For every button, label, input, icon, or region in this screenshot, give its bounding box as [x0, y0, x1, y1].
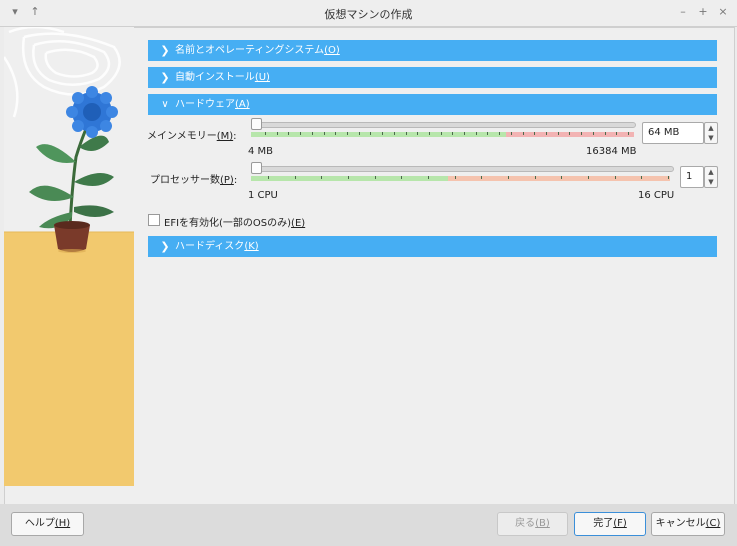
back-button[interactable]: 戻る(B)	[497, 512, 568, 536]
stepper-down-icon[interactable]: ▼	[705, 134, 717, 142]
slider-tick	[628, 132, 629, 135]
slider-tick	[294, 176, 296, 179]
chevron-right-icon: ❯	[160, 71, 170, 84]
slider-tick	[557, 132, 559, 135]
slider-tick	[508, 176, 509, 179]
memory-label: メインメモリー(M):	[147, 131, 237, 142]
slider-tick	[522, 132, 524, 135]
slider-tick	[641, 176, 643, 179]
cancel-button[interactable]: キャンセル(C)	[651, 512, 725, 536]
button-bar: ヘルプ(H) 戻る(B) 完了(F) キャンセル(C)	[0, 504, 737, 546]
slider-tick	[440, 132, 442, 135]
slider-tick	[534, 176, 536, 179]
minimize-icon[interactable]: –	[676, 5, 690, 19]
processor-value: 1	[686, 171, 693, 182]
slider-tick	[616, 132, 618, 135]
memory-min-label: 4 MB	[248, 146, 274, 157]
memory-spinbox[interactable]: 64 MB	[642, 122, 704, 144]
chevron-right-icon: ❯	[160, 240, 170, 253]
chevron-right-icon: ❯	[160, 44, 170, 57]
help-button[interactable]: ヘルプ(H)	[11, 512, 84, 536]
slider-tick	[323, 132, 325, 135]
processor-spinbox[interactable]: 1	[680, 166, 704, 188]
section-label: 名前とオペレーティングシステム	[175, 45, 325, 56]
slider-tick	[475, 132, 477, 135]
slider-tick	[265, 132, 266, 135]
slider-tick	[393, 132, 395, 135]
maximize-icon[interactable]: +	[696, 5, 710, 19]
stepper-down-icon[interactable]: ▼	[705, 178, 717, 186]
section-label: 自動インストール	[175, 72, 255, 83]
slider-tick	[668, 176, 669, 179]
section-unattended-install[interactable]: ❯ 自動インストール(U)	[148, 67, 717, 88]
section-label: ハードディスク	[175, 241, 245, 252]
chevron-down-icon: ∨	[161, 99, 169, 110]
slider-tick	[452, 132, 454, 135]
processor-max-label: 16 CPU	[638, 190, 675, 201]
slider-tick	[346, 132, 348, 135]
memory-stepper[interactable]: ▲ ▼	[704, 122, 718, 144]
stepper-up-icon[interactable]: ▲	[705, 124, 717, 132]
wizard-illustration	[4, 27, 134, 486]
section-hardware[interactable]: ∨ ハードウェア(A)	[148, 94, 717, 115]
processor-slider-track[interactable]	[251, 166, 674, 172]
slider-tick	[581, 132, 583, 135]
processor-slider-handle[interactable]	[251, 162, 262, 174]
window-title: 仮想マシンの作成	[324, 8, 413, 21]
finish-button[interactable]: 完了(F)	[574, 512, 646, 536]
section-mnemonic: (A)	[235, 99, 250, 110]
slider-tick	[561, 176, 563, 179]
processor-min-label: 1 CPU	[248, 190, 278, 201]
slider-tick	[348, 176, 349, 179]
slider-tick	[417, 132, 419, 135]
memory-max-label: 16384 MB	[586, 146, 637, 157]
slider-tick	[321, 176, 323, 179]
slider-tick	[454, 176, 456, 179]
memory-value: 64 MB	[648, 127, 680, 138]
slider-tick	[546, 132, 548, 135]
section-mnemonic: (O)	[324, 45, 340, 56]
section-mnemonic: (U)	[254, 72, 270, 83]
slider-tick	[592, 132, 594, 135]
slider-tick	[604, 132, 606, 135]
section-mnemonic: (K)	[244, 241, 259, 252]
slider-tick	[374, 176, 376, 179]
slider-tick	[499, 132, 501, 135]
slider-tick	[487, 132, 489, 135]
slider-tick	[614, 176, 616, 179]
slider-tick	[510, 132, 512, 135]
memory-slider-handle[interactable]	[251, 118, 262, 130]
plant-illustration	[4, 27, 134, 486]
slider-tick	[358, 132, 360, 135]
title-bar: ▾ ↑ 仮想マシンの作成 – + ×	[0, 0, 737, 27]
slider-tick	[534, 132, 536, 135]
section-name-os[interactable]: ❯ 名前とオペレーティングシステム(O)	[148, 40, 717, 61]
processor-safe-range	[251, 176, 448, 181]
slider-tick	[428, 176, 429, 179]
slider-tick	[288, 132, 290, 135]
stepper-up-icon[interactable]: ▲	[705, 168, 717, 176]
slider-tick	[370, 132, 372, 135]
efi-label[interactable]: EFIを有効化(一部のOSのみ)(E)	[164, 214, 305, 229]
slider-tick	[401, 176, 403, 179]
slider-tick	[335, 132, 337, 135]
slider-tick	[276, 132, 278, 135]
slider-tick	[300, 132, 302, 135]
section-label: ハードウェア	[175, 99, 235, 110]
close-icon[interactable]: ×	[716, 5, 730, 19]
section-hard-disk[interactable]: ❯ ハードディスク(K)	[148, 236, 717, 257]
slider-tick	[569, 132, 571, 135]
slider-tick	[428, 132, 430, 135]
slider-tick	[268, 176, 269, 179]
slider-tick	[382, 132, 384, 135]
slider-tick	[481, 176, 483, 179]
efi-checkbox[interactable]	[148, 214, 160, 226]
processor-stepper[interactable]: ▲ ▼	[704, 166, 718, 188]
processor-label: プロセッサー数(P):	[150, 175, 238, 186]
slider-tick	[464, 132, 466, 135]
slider-tick	[405, 132, 407, 135]
slider-tick	[311, 132, 313, 135]
memory-slider-track[interactable]	[251, 122, 636, 128]
slider-tick	[588, 176, 589, 179]
